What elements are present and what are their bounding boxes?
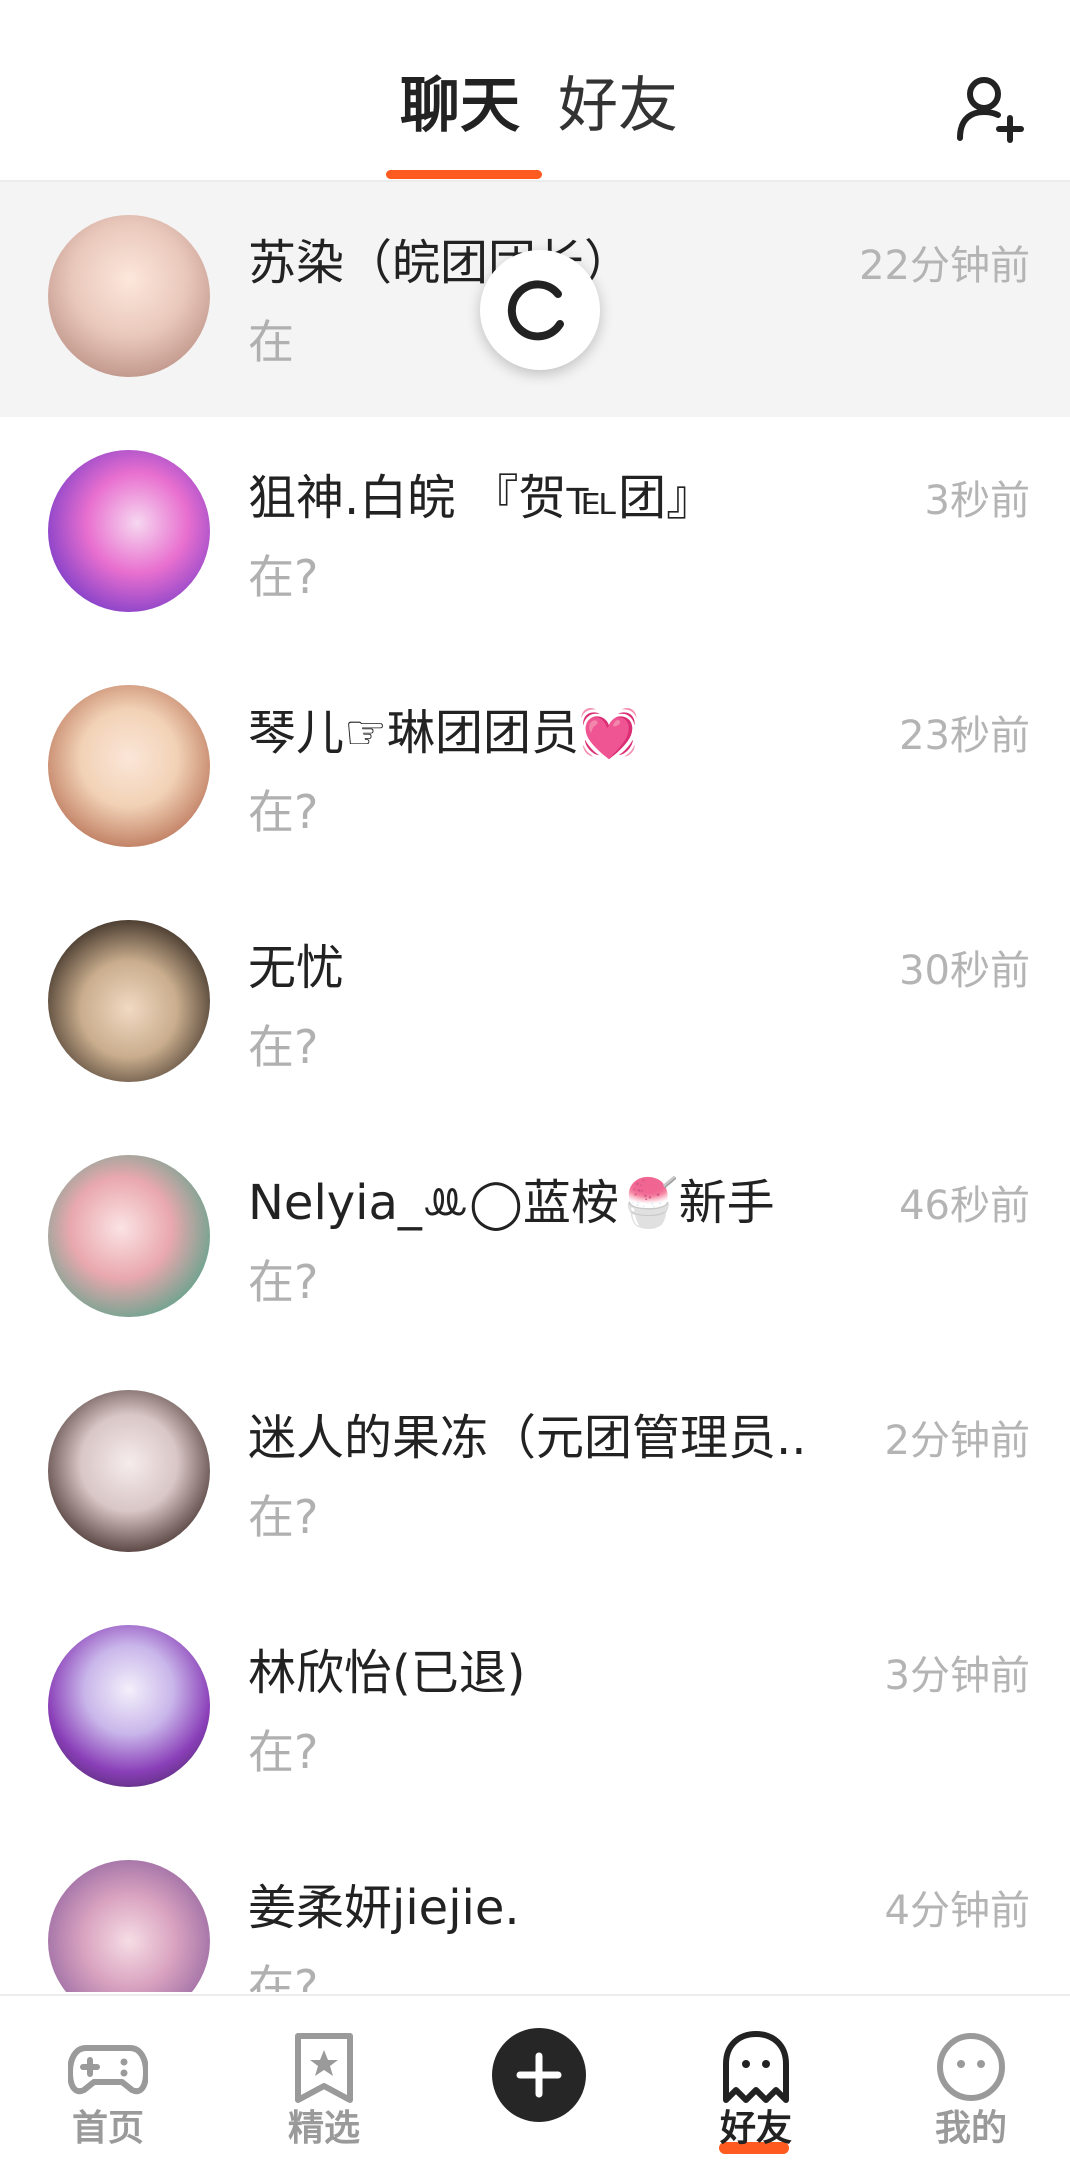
avatar[interactable] <box>48 1860 210 1992</box>
chat-time: 30秒前 <box>899 948 1030 994</box>
avatar[interactable] <box>48 685 210 847</box>
chat-time: 3分钟前 <box>884 1653 1030 1699</box>
nav-home[interactable]: 首页 <box>33 1996 183 2167</box>
nav-friends[interactable]: 好友 <box>681 1996 831 2167</box>
tab-friends[interactable]: 好友 <box>558 62 678 150</box>
tab-chat[interactable]: 聊天 <box>400 62 520 150</box>
add-user-icon[interactable] <box>956 74 1026 144</box>
chat-item[interactable]: 狙神.白皖 『贺℡团』 3秒前 在? <box>0 417 1070 652</box>
chat-time: 46秒前 <box>899 1183 1030 1229</box>
avatar[interactable] <box>48 1155 210 1317</box>
chat-time: 3秒前 <box>924 478 1030 524</box>
bottom-nav: 首页 精选 好友 我的 <box>0 1994 1070 2167</box>
create-button[interactable] <box>492 2028 586 2122</box>
chat-time: 2分钟前 <box>884 1418 1030 1464</box>
nav-label: 精选 <box>287 2108 360 2149</box>
spinner-icon <box>507 280 564 341</box>
chat-item[interactable]: 迷人的果冻（元团管理员.. 2分钟前 在? <box>0 1357 1070 1592</box>
chat-last-message: 在? <box>248 1490 319 1544</box>
avatar[interactable] <box>48 450 210 612</box>
nav-me[interactable]: 我的 <box>896 1996 1046 2167</box>
ghost-icon <box>723 2031 789 2103</box>
chat-item[interactable]: 琴儿☞琳团团员💓 23秒前 在? <box>0 652 1070 887</box>
nav-label: 我的 <box>934 2108 1007 2149</box>
chat-name: 琴儿☞琳团团员💓 <box>248 705 639 761</box>
plus-icon <box>516 2052 562 2098</box>
chat-time: 4分钟前 <box>884 1888 1030 1934</box>
chat-last-message: 在? <box>248 1020 319 1074</box>
loading-spinner <box>480 250 600 370</box>
chat-name: Nelyia_ꔛ◯蓝桉🍧新手 <box>248 1175 775 1231</box>
chat-last-message: 在? <box>248 1255 319 1309</box>
avatar[interactable] <box>48 1390 210 1552</box>
chat-item[interactable]: 无忧 30秒前 在? <box>0 887 1070 1122</box>
nav-label: 首页 <box>71 2108 144 2149</box>
chat-name: 狙神.白皖 『贺℡团』 <box>248 470 715 526</box>
chat-time: 22分钟前 <box>859 243 1030 289</box>
chat-last-message: 在? <box>248 550 319 604</box>
chat-name: 无忧 <box>248 940 345 996</box>
avatar[interactable] <box>48 1625 210 1787</box>
chat-last-message: 在? <box>248 785 319 839</box>
chat-item[interactable]: Nelyia_ꔛ◯蓝桉🍧新手 46秒前 在? <box>0 1122 1070 1357</box>
chat-list: 苏染（皖团团长） 22分钟前 在 狙神.白皖 『贺℡团』 3秒前 在? 琴儿☞琳… <box>0 182 1070 1992</box>
chat-last-message: 在? <box>248 1725 319 1779</box>
gamepad-icon <box>68 2045 148 2095</box>
chat-last-message: 在? <box>248 1960 319 1992</box>
star-bookmark-icon <box>295 2033 353 2103</box>
chat-last-message: 在 <box>248 315 294 369</box>
chat-item[interactable]: 林欣怡(已退) 3分钟前 在? <box>0 1592 1070 1827</box>
active-tab-indicator <box>386 170 542 179</box>
nav-label: 好友 <box>719 2108 792 2149</box>
avatar[interactable] <box>48 215 210 377</box>
chat-name: 林欣怡(已退) <box>248 1645 526 1701</box>
chat-item[interactable]: 姜柔妍jiejie. 4分钟前 在? <box>0 1827 1070 1992</box>
face-icon <box>937 2033 1005 2101</box>
chat-name: 迷人的果冻（元团管理员.. <box>248 1410 807 1466</box>
chat-time: 23秒前 <box>899 713 1030 759</box>
chat-name: 姜柔妍jiejie. <box>248 1880 520 1936</box>
nav-featured[interactable]: 精选 <box>249 1996 399 2167</box>
avatar[interactable] <box>48 920 210 1082</box>
top-header: 聊天 好友 <box>0 0 1070 182</box>
